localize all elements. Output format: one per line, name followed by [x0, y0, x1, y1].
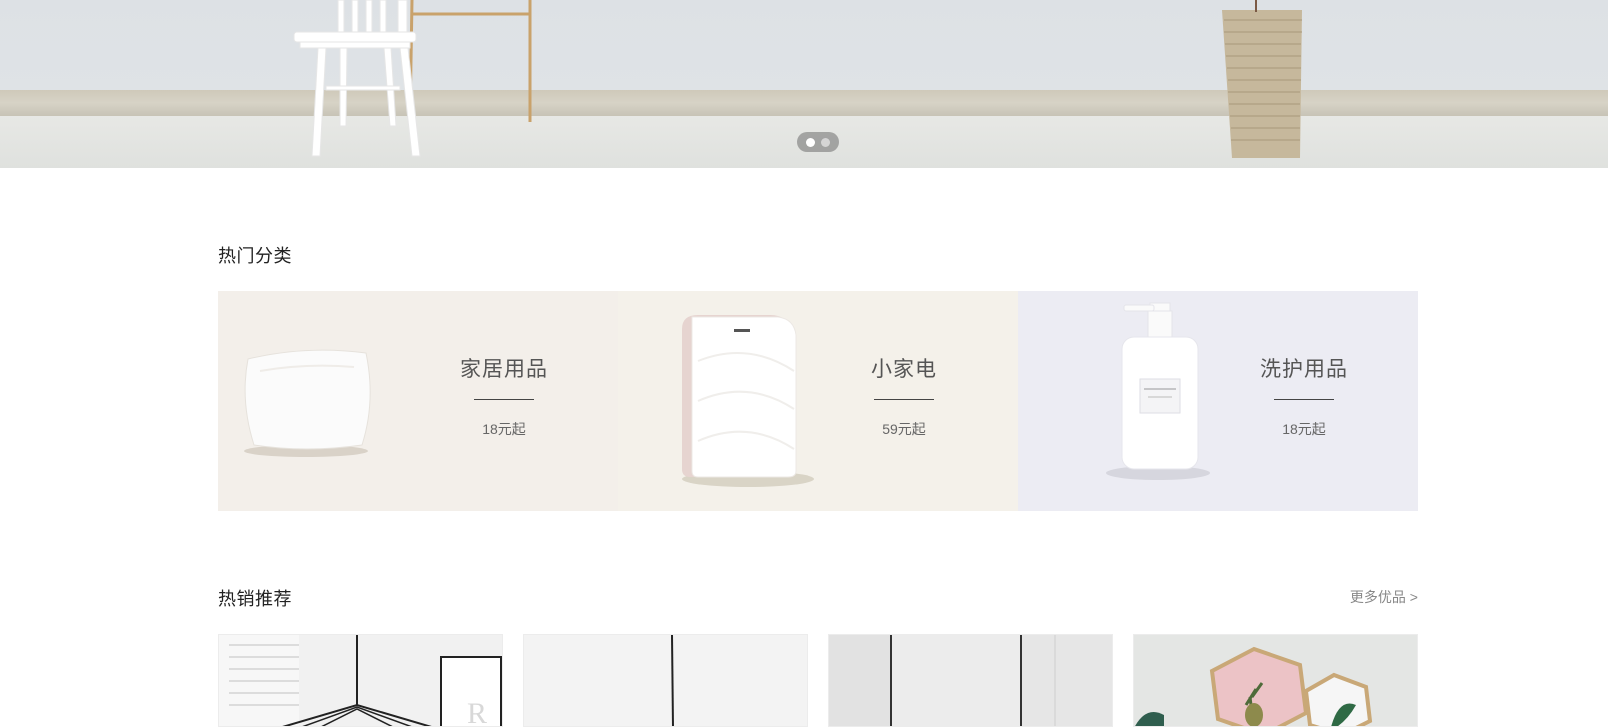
- hero-banner[interactable]: [0, 0, 1608, 168]
- category-info: 家居用品 18元起: [454, 353, 554, 439]
- category-info: 小家电 59元起: [854, 353, 954, 439]
- category-divider: [474, 399, 534, 400]
- category-divider: [1274, 399, 1334, 400]
- carousel-dot-1[interactable]: [806, 137, 815, 147]
- wicker-basket-illustration: [1222, 0, 1302, 158]
- carousel-dot-2[interactable]: [821, 137, 830, 147]
- product-card[interactable]: R: [218, 634, 503, 727]
- category-name: 小家电: [871, 358, 937, 381]
- category-name: 洗护用品: [1260, 358, 1348, 381]
- carousel-indicator: [797, 132, 839, 152]
- category-price: 18元起: [482, 421, 526, 437]
- more-products-link[interactable]: 更多优品 >: [1350, 587, 1418, 607]
- hot-sales-title: 热销推荐: [218, 589, 292, 609]
- product-card[interactable]: [523, 634, 808, 727]
- category-card-appliance[interactable]: 小家电 59元起: [618, 291, 1018, 511]
- category-cards: 家居用品 18元起 小家电 59元起 洗护用品 18元起: [218, 291, 1418, 511]
- pump-bottle-image: [1106, 302, 1210, 480]
- pillow-image: [244, 349, 371, 457]
- wardrobe-image: [829, 635, 1112, 726]
- svg-text:R: R: [467, 697, 487, 727]
- product-card[interactable]: [1133, 634, 1418, 727]
- floor-lamp-image: [671, 635, 674, 726]
- pendant-lamp-image: R: [219, 635, 502, 727]
- hexagon-frames-image: [1135, 646, 1373, 726]
- category-card-home[interactable]: 家居用品 18元起: [218, 291, 618, 511]
- hot-categories-title: 热门分类: [218, 246, 292, 266]
- category-info: 洗护用品 18元起: [1254, 353, 1354, 439]
- air-purifier-image: [682, 315, 814, 487]
- product-card[interactable]: [828, 634, 1113, 727]
- category-price: 18元起: [1282, 421, 1326, 437]
- category-card-care[interactable]: 洗护用品 18元起: [1018, 291, 1418, 511]
- category-price: 59元起: [882, 421, 926, 437]
- product-grid: R: [218, 634, 1418, 727]
- category-name: 家居用品: [460, 358, 548, 381]
- chair-illustration: [293, 0, 421, 157]
- ladder-illustration: [408, 0, 532, 122]
- category-divider: [874, 399, 934, 400]
